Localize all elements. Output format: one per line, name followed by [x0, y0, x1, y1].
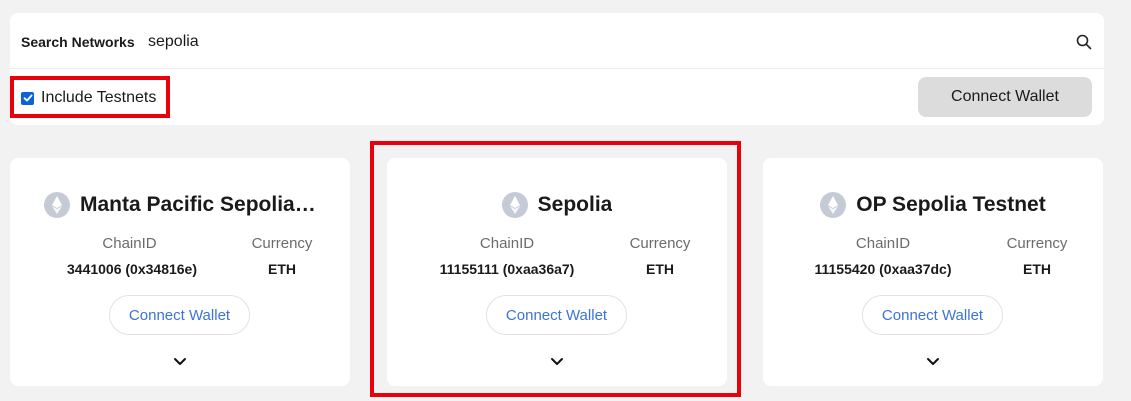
- ethereum-icon: [501, 192, 528, 218]
- currency-label: Currency: [1006, 235, 1068, 252]
- network-card-title: Sepolia: [387, 192, 727, 218]
- chain-id-column: ChainID 11155420 (0xaa37dc): [808, 235, 958, 277]
- network-name: OP Sepolia Testnet: [856, 193, 1046, 216]
- chevron-down-icon[interactable]: [173, 357, 187, 367]
- include-testnets-checkbox[interactable]: [21, 91, 34, 105]
- network-card-sepolia: Sepolia ChainID 11155111 (0xaa36a7) Curr…: [387, 158, 727, 386]
- chain-id-value: 3441006 (0x34816e): [67, 261, 198, 277]
- ethereum-icon: [44, 192, 70, 218]
- include-testnets-label: Include Testnets: [41, 89, 157, 106]
- network-card-title: Manta Pacific Sepolia Te...: [10, 192, 350, 218]
- connect-wallet-button[interactable]: Connect Wallet: [862, 295, 1003, 335]
- search-input[interactable]: [148, 29, 1028, 55]
- chevron-down-icon[interactable]: [550, 357, 564, 367]
- search-label: Search Networks: [21, 34, 135, 50]
- network-card-manta-pacific-sepolia: Manta Pacific Sepolia Te... ChainID 3441…: [10, 158, 350, 386]
- chain-id-column: ChainID 3441006 (0x34816e): [67, 235, 198, 277]
- currency-value: ETH: [646, 261, 674, 277]
- chain-id-value: 11155111 (0xaa36a7): [439, 261, 575, 277]
- currency-column: Currency ETH: [625, 235, 695, 277]
- connect-wallet-button[interactable]: Connect Wallet: [918, 77, 1092, 117]
- network-name: Sepolia: [537, 193, 613, 216]
- currency-label: Currency: [251, 235, 313, 252]
- network-card-title: OP Sepolia Testnet: [763, 192, 1103, 218]
- ethereum-icon: [820, 192, 847, 218]
- search-icon[interactable]: [1076, 34, 1092, 50]
- search-panel: Search Networks Include Testnets Connect…: [10, 13, 1104, 125]
- network-name: Manta Pacific Sepolia Te...: [80, 193, 316, 216]
- include-testnets-toggle[interactable]: Include Testnets: [21, 89, 156, 107]
- chain-id-label: ChainID: [855, 235, 911, 252]
- chain-id-value: 11155420 (0xaa37dc): [814, 261, 952, 277]
- network-card-op-sepolia-testnet: OP Sepolia Testnet ChainID 11155420 (0xa…: [763, 158, 1103, 386]
- currency-column: Currency ETH: [247, 235, 317, 277]
- search-row: Search Networks: [10, 13, 1104, 69]
- chain-id-label: ChainID: [102, 235, 157, 252]
- currency-column: Currency ETH: [1002, 235, 1072, 277]
- chain-id-label: ChainID: [479, 235, 535, 252]
- connect-wallet-button[interactable]: Connect Wallet: [486, 295, 627, 335]
- chevron-down-icon[interactable]: [926, 357, 940, 367]
- checkmark-icon: [23, 94, 33, 102]
- currency-value: ETH: [1023, 261, 1051, 277]
- currency-value: ETH: [268, 261, 296, 277]
- chain-id-column: ChainID 11155111 (0xaa36a7): [432, 235, 582, 277]
- connect-wallet-button[interactable]: Connect Wallet: [109, 295, 250, 335]
- currency-label: Currency: [629, 235, 691, 252]
